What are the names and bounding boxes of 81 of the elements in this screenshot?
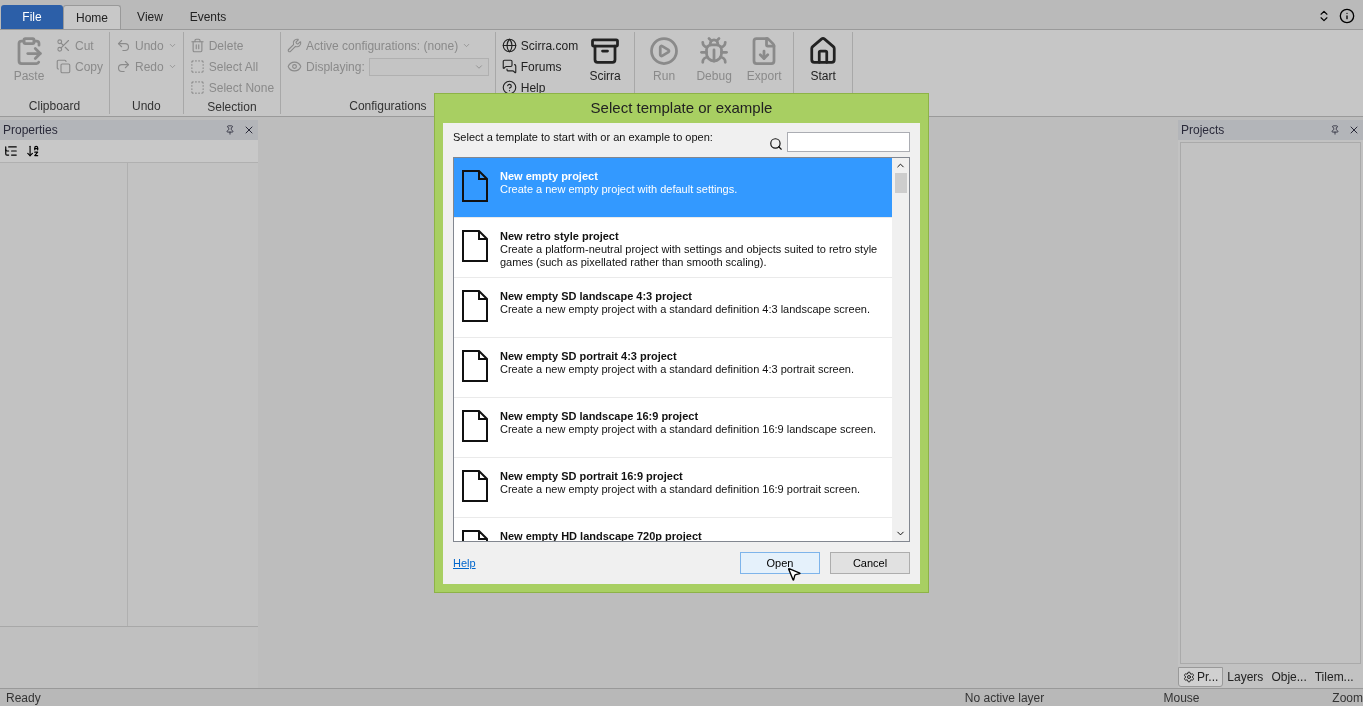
template-name: New empty SD landscape 4:3 project xyxy=(500,290,693,303)
template-item[interactable]: New retro style project Create a platform-neutral project with settings and objects suited to retro style games (such as pixellated rather than smooth scaling). xyxy=(454,218,892,278)
ribbon-button[interactable]: Forums xyxy=(501,56,579,77)
pin-icon[interactable] xyxy=(225,125,235,135)
file-menu-button[interactable]: File xyxy=(1,5,63,29)
template-item[interactable]: New empty SD landscape 4:3 project Create a new empty project with a standard definition 4:3 landscape screen. xyxy=(454,278,892,338)
template-name: New empty project xyxy=(500,170,599,183)
template-description: Create a new empty project with default settings. xyxy=(500,183,738,196)
status-text: No active layer xyxy=(963,689,1046,706)
dialog-button[interactable]: Open xyxy=(740,552,820,574)
group-label: Selection xyxy=(206,99,258,115)
home-icon xyxy=(808,36,839,66)
template-description: Create a platform-neutral project with settings and objects suited to retro style games (such as pixellated rather than smooth scaling). xyxy=(500,243,879,269)
group-label: Configurations xyxy=(348,98,428,114)
ribbon-button[interactable]: Scirra.com xyxy=(501,35,579,56)
search-field[interactable] xyxy=(787,132,910,152)
dialog-button[interactable]: Cancel xyxy=(830,552,910,574)
status-text: Mouse xyxy=(1162,689,1201,706)
group-label: Clipboard xyxy=(27,98,82,114)
copy-icon xyxy=(56,59,71,74)
redo-icon xyxy=(116,59,131,74)
panel-tab[interactable]: Tilem... xyxy=(1310,667,1358,687)
ribbon-button[interactable]: Help xyxy=(501,77,579,98)
document-icon xyxy=(462,350,488,382)
document-icon xyxy=(462,170,488,202)
info-icon[interactable] xyxy=(1339,8,1355,24)
sort-icon[interactable] xyxy=(26,144,40,158)
selection-icon xyxy=(189,59,205,74)
template-description: Create a new empty project with a standard definition 4:3 landscape screen. xyxy=(500,303,870,316)
scroll-thumb[interactable] xyxy=(894,173,907,193)
panel-title: Properties xyxy=(3,122,59,139)
caret-icon xyxy=(167,41,177,50)
undo-icon xyxy=(116,38,131,53)
template-description: Create a new empty project with a standard definition 16:9 portrait screen. xyxy=(500,483,861,496)
template-name: New empty SD portrait 4:3 project xyxy=(500,350,678,363)
ribbon-button[interactable]: Start xyxy=(800,32,847,114)
document-icon xyxy=(462,290,488,322)
panel-tab[interactable]: Pr... xyxy=(1178,667,1224,687)
panel-title: Projects xyxy=(1181,122,1226,139)
bug-icon xyxy=(699,36,730,66)
gear-icon xyxy=(1183,671,1195,683)
document-icon xyxy=(462,470,488,502)
status-text: Ready xyxy=(5,689,42,706)
caret-icon xyxy=(167,62,177,71)
scissors-icon xyxy=(56,38,71,53)
ribbon-tab[interactable]: View xyxy=(121,5,179,29)
pin-icon[interactable] xyxy=(1330,125,1340,135)
play-icon xyxy=(649,36,680,66)
panel-tab[interactable]: Layers xyxy=(1223,667,1268,687)
close-icon[interactable] xyxy=(1348,124,1360,136)
template-description: Create a new empty project with a standard definition 16:9 landscape screen. xyxy=(500,423,877,436)
ribbon-tab[interactable]: Home xyxy=(63,5,121,29)
ribbon-tab[interactable]: Events xyxy=(179,5,237,29)
template-item[interactable]: New empty SD portrait 4:3 project Create a new empty project with a standard definition 4:3 portrait screen. xyxy=(454,338,892,398)
scrollbar[interactable] xyxy=(892,158,909,541)
document-icon xyxy=(462,230,488,262)
template-name: New empty SD landscape 16:9 project xyxy=(500,410,700,423)
close-icon[interactable] xyxy=(243,124,255,136)
template-description: Create a new empty project with a standard definition 4:3 portrait screen. xyxy=(500,363,855,376)
template-name: New empty SD portrait 16:9 project xyxy=(500,470,684,483)
document-icon xyxy=(462,410,488,442)
selection-icon xyxy=(189,80,205,95)
field-label: Displaying: xyxy=(306,58,365,76)
template-item[interactable]: New empty SD portrait 16:9 project Create a new empty project with a standard definition 16:9 portrait screen. xyxy=(454,458,892,518)
categorized-icon[interactable] xyxy=(4,144,18,158)
prompt-text: Select a template to start with or an example to open: xyxy=(453,130,714,145)
group-label: Undo xyxy=(131,98,162,114)
caret-icon xyxy=(462,41,472,50)
template-item[interactable]: New empty SD landscape 16:9 project Create a new empty project with a standard definition 16:9 landscape screen. xyxy=(454,398,892,458)
trash-icon xyxy=(189,38,205,53)
help-link[interactable]: Help xyxy=(453,554,730,572)
speech-bubbles-icon xyxy=(501,59,517,74)
eye-icon xyxy=(287,59,303,74)
status-text: Zoom xyxy=(1331,689,1363,706)
template-name: New retro style project xyxy=(500,230,620,243)
dialog-title: Select template or example xyxy=(589,98,774,119)
wrench-icon xyxy=(287,38,303,53)
panel-tab[interactable]: Obje... xyxy=(1267,667,1311,687)
globe-icon xyxy=(501,38,517,53)
help-icon xyxy=(501,80,517,95)
search-icon xyxy=(769,137,783,151)
